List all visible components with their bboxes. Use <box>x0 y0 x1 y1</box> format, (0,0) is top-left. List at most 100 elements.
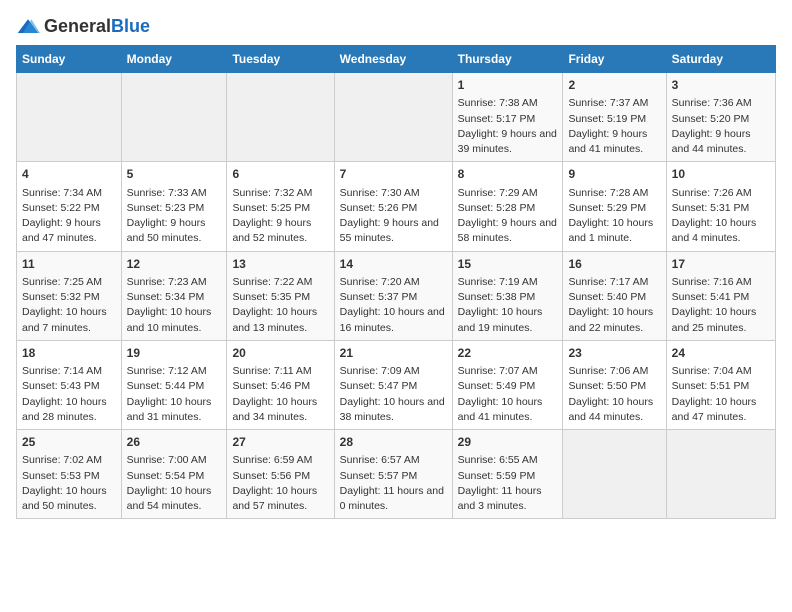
day-cell <box>227 73 334 162</box>
day-info: Sunrise: 7:06 AM Sunset: 5:50 PM Dayligh… <box>568 364 660 425</box>
day-cell: 29 Sunrise: 6:55 AM Sunset: 5:59 PM Dayli… <box>452 430 563 519</box>
day-number: 12 <box>127 256 222 273</box>
day-info: Sunrise: 7:25 AM Sunset: 5:32 PM Dayligh… <box>22 275 116 336</box>
calendar-header: SundayMondayTuesdayWednesdayThursdayFrid… <box>17 46 776 73</box>
day-info: Sunrise: 6:55 AM Sunset: 5:59 PM Dayligh… <box>458 453 558 514</box>
day-number: 15 <box>458 256 558 273</box>
day-cell: 26 Sunrise: 7:00 AM Sunset: 5:54 PM Dayli… <box>121 430 227 519</box>
day-number: 25 <box>22 434 116 451</box>
day-number: 13 <box>232 256 328 273</box>
day-number: 7 <box>340 166 447 183</box>
day-cell: 13Sunrise: 7:22 AM Sunset: 5:35 PM Dayli… <box>227 251 334 340</box>
day-cell <box>121 73 227 162</box>
day-cell: 15 Sunrise: 7:19 AM Sunset: 5:38 PM Dayli… <box>452 251 563 340</box>
day-cell: 20 Sunrise: 7:11 AM Sunset: 5:46 PM Dayli… <box>227 340 334 429</box>
day-cell: 12 Sunrise: 7:23 AM Sunset: 5:34 PM Dayli… <box>121 251 227 340</box>
day-cell <box>17 73 122 162</box>
header-cell-sunday: Sunday <box>17 46 122 73</box>
day-cell: 25 Sunrise: 7:02 AM Sunset: 5:53 PM Dayli… <box>17 430 122 519</box>
header-cell-monday: Monday <box>121 46 227 73</box>
day-info: Sunrise: 7:11 AM Sunset: 5:46 PM Dayligh… <box>232 364 328 425</box>
day-info: Sunrise: 7:12 AM Sunset: 5:44 PM Dayligh… <box>127 364 222 425</box>
week-row-1: 1Sunrise: 7:38 AM Sunset: 5:17 PM Daylig… <box>17 73 776 162</box>
day-number: 10 <box>672 166 770 183</box>
day-number: 26 <box>127 434 222 451</box>
day-info: Sunrise: 7:26 AM Sunset: 5:31 PM Dayligh… <box>672 186 770 247</box>
day-info: Sunrise: 7:17 AM Sunset: 5:40 PM Dayligh… <box>568 275 660 336</box>
day-number: 22 <box>458 345 558 362</box>
day-cell: 27 Sunrise: 6:59 AM Sunset: 5:56 PM Dayli… <box>227 430 334 519</box>
day-number: 28 <box>340 434 447 451</box>
day-info: Sunrise: 7:29 AM Sunset: 5:28 PM Dayligh… <box>458 186 558 247</box>
day-number: 5 <box>127 166 222 183</box>
day-info: Sunrise: 7:38 AM Sunset: 5:17 PM Dayligh… <box>458 96 558 157</box>
day-cell: 28 Sunrise: 6:57 AM Sunset: 5:57 PM Dayli… <box>334 430 452 519</box>
day-info: Sunrise: 7:20 AM Sunset: 5:37 PM Dayligh… <box>340 275 447 336</box>
header-cell-friday: Friday <box>563 46 666 73</box>
day-number: 4 <box>22 166 116 183</box>
day-number: 20 <box>232 345 328 362</box>
logo: GeneralBlue <box>16 16 150 37</box>
header-cell-saturday: Saturday <box>666 46 775 73</box>
day-cell: 23 Sunrise: 7:06 AM Sunset: 5:50 PM Dayli… <box>563 340 666 429</box>
day-info: Sunrise: 7:14 AM Sunset: 5:43 PM Dayligh… <box>22 364 116 425</box>
day-cell: 16 Sunrise: 7:17 AM Sunset: 5:40 PM Dayli… <box>563 251 666 340</box>
day-number: 27 <box>232 434 328 451</box>
week-row-4: 18 Sunrise: 7:14 AM Sunset: 5:43 PM Dayli… <box>17 340 776 429</box>
day-cell: 17 Sunrise: 7:16 AM Sunset: 5:41 PM Dayli… <box>666 251 775 340</box>
day-info: Sunrise: 7:34 AM Sunset: 5:22 PM Dayligh… <box>22 186 116 247</box>
day-number: 17 <box>672 256 770 273</box>
day-info: Sunrise: 6:57 AM Sunset: 5:57 PM Dayligh… <box>340 453 447 514</box>
day-cell: 3 Sunrise: 7:36 AM Sunset: 5:20 PM Daylig… <box>666 73 775 162</box>
calendar-body: 1Sunrise: 7:38 AM Sunset: 5:17 PM Daylig… <box>17 73 776 519</box>
day-number: 23 <box>568 345 660 362</box>
day-number: 14 <box>340 256 447 273</box>
logo-general: General <box>44 16 111 36</box>
day-cell: 14 Sunrise: 7:20 AM Sunset: 5:37 PM Dayli… <box>334 251 452 340</box>
day-cell: 21 Sunrise: 7:09 AM Sunset: 5:47 PM Dayli… <box>334 340 452 429</box>
day-number: 21 <box>340 345 447 362</box>
day-number: 3 <box>672 77 770 94</box>
day-info: Sunrise: 7:00 AM Sunset: 5:54 PM Dayligh… <box>127 453 222 514</box>
day-number: 18 <box>22 345 116 362</box>
day-number: 6 <box>232 166 328 183</box>
day-info: Sunrise: 7:02 AM Sunset: 5:53 PM Dayligh… <box>22 453 116 514</box>
day-number: 2 <box>568 77 660 94</box>
day-cell: 4 Sunrise: 7:34 AM Sunset: 5:22 PM Daylig… <box>17 162 122 251</box>
day-info: Sunrise: 7:23 AM Sunset: 5:34 PM Dayligh… <box>127 275 222 336</box>
day-cell: 2 Sunrise: 7:37 AM Sunset: 5:19 PM Daylig… <box>563 73 666 162</box>
week-row-5: 25 Sunrise: 7:02 AM Sunset: 5:53 PM Dayli… <box>17 430 776 519</box>
day-number: 29 <box>458 434 558 451</box>
day-info: Sunrise: 7:09 AM Sunset: 5:47 PM Dayligh… <box>340 364 447 425</box>
day-info: Sunrise: 7:19 AM Sunset: 5:38 PM Dayligh… <box>458 275 558 336</box>
day-info: Sunrise: 7:04 AM Sunset: 5:51 PM Dayligh… <box>672 364 770 425</box>
logo-blue: Blue <box>111 16 150 36</box>
day-info: Sunrise: 7:36 AM Sunset: 5:20 PM Dayligh… <box>672 96 770 157</box>
header-cell-wednesday: Wednesday <box>334 46 452 73</box>
day-cell: 9Sunrise: 7:28 AM Sunset: 5:29 PM Daylig… <box>563 162 666 251</box>
day-info: Sunrise: 6:59 AM Sunset: 5:56 PM Dayligh… <box>232 453 328 514</box>
day-number: 16 <box>568 256 660 273</box>
day-cell <box>563 430 666 519</box>
day-cell: 18 Sunrise: 7:14 AM Sunset: 5:43 PM Dayli… <box>17 340 122 429</box>
day-info: Sunrise: 7:37 AM Sunset: 5:19 PM Dayligh… <box>568 96 660 157</box>
day-cell: 19Sunrise: 7:12 AM Sunset: 5:44 PM Dayli… <box>121 340 227 429</box>
day-info: Sunrise: 7:30 AM Sunset: 5:26 PM Dayligh… <box>340 186 447 247</box>
day-cell: 11Sunrise: 7:25 AM Sunset: 5:32 PM Dayli… <box>17 251 122 340</box>
logo-icon <box>16 17 40 37</box>
header-cell-tuesday: Tuesday <box>227 46 334 73</box>
day-cell: 7 Sunrise: 7:30 AM Sunset: 5:26 PM Daylig… <box>334 162 452 251</box>
day-cell: 6 Sunrise: 7:32 AM Sunset: 5:25 PM Daylig… <box>227 162 334 251</box>
day-cell: 8 Sunrise: 7:29 AM Sunset: 5:28 PM Daylig… <box>452 162 563 251</box>
header-row: SundayMondayTuesdayWednesdayThursdayFrid… <box>17 46 776 73</box>
day-cell <box>334 73 452 162</box>
week-row-3: 11Sunrise: 7:25 AM Sunset: 5:32 PM Dayli… <box>17 251 776 340</box>
day-cell <box>666 430 775 519</box>
day-info: Sunrise: 7:16 AM Sunset: 5:41 PM Dayligh… <box>672 275 770 336</box>
day-cell: 22Sunrise: 7:07 AM Sunset: 5:49 PM Dayli… <box>452 340 563 429</box>
day-number: 8 <box>458 166 558 183</box>
header-cell-thursday: Thursday <box>452 46 563 73</box>
day-cell: 10 Sunrise: 7:26 AM Sunset: 5:31 PM Dayli… <box>666 162 775 251</box>
day-info: Sunrise: 7:32 AM Sunset: 5:25 PM Dayligh… <box>232 186 328 247</box>
day-info: Sunrise: 7:33 AM Sunset: 5:23 PM Dayligh… <box>127 186 222 247</box>
